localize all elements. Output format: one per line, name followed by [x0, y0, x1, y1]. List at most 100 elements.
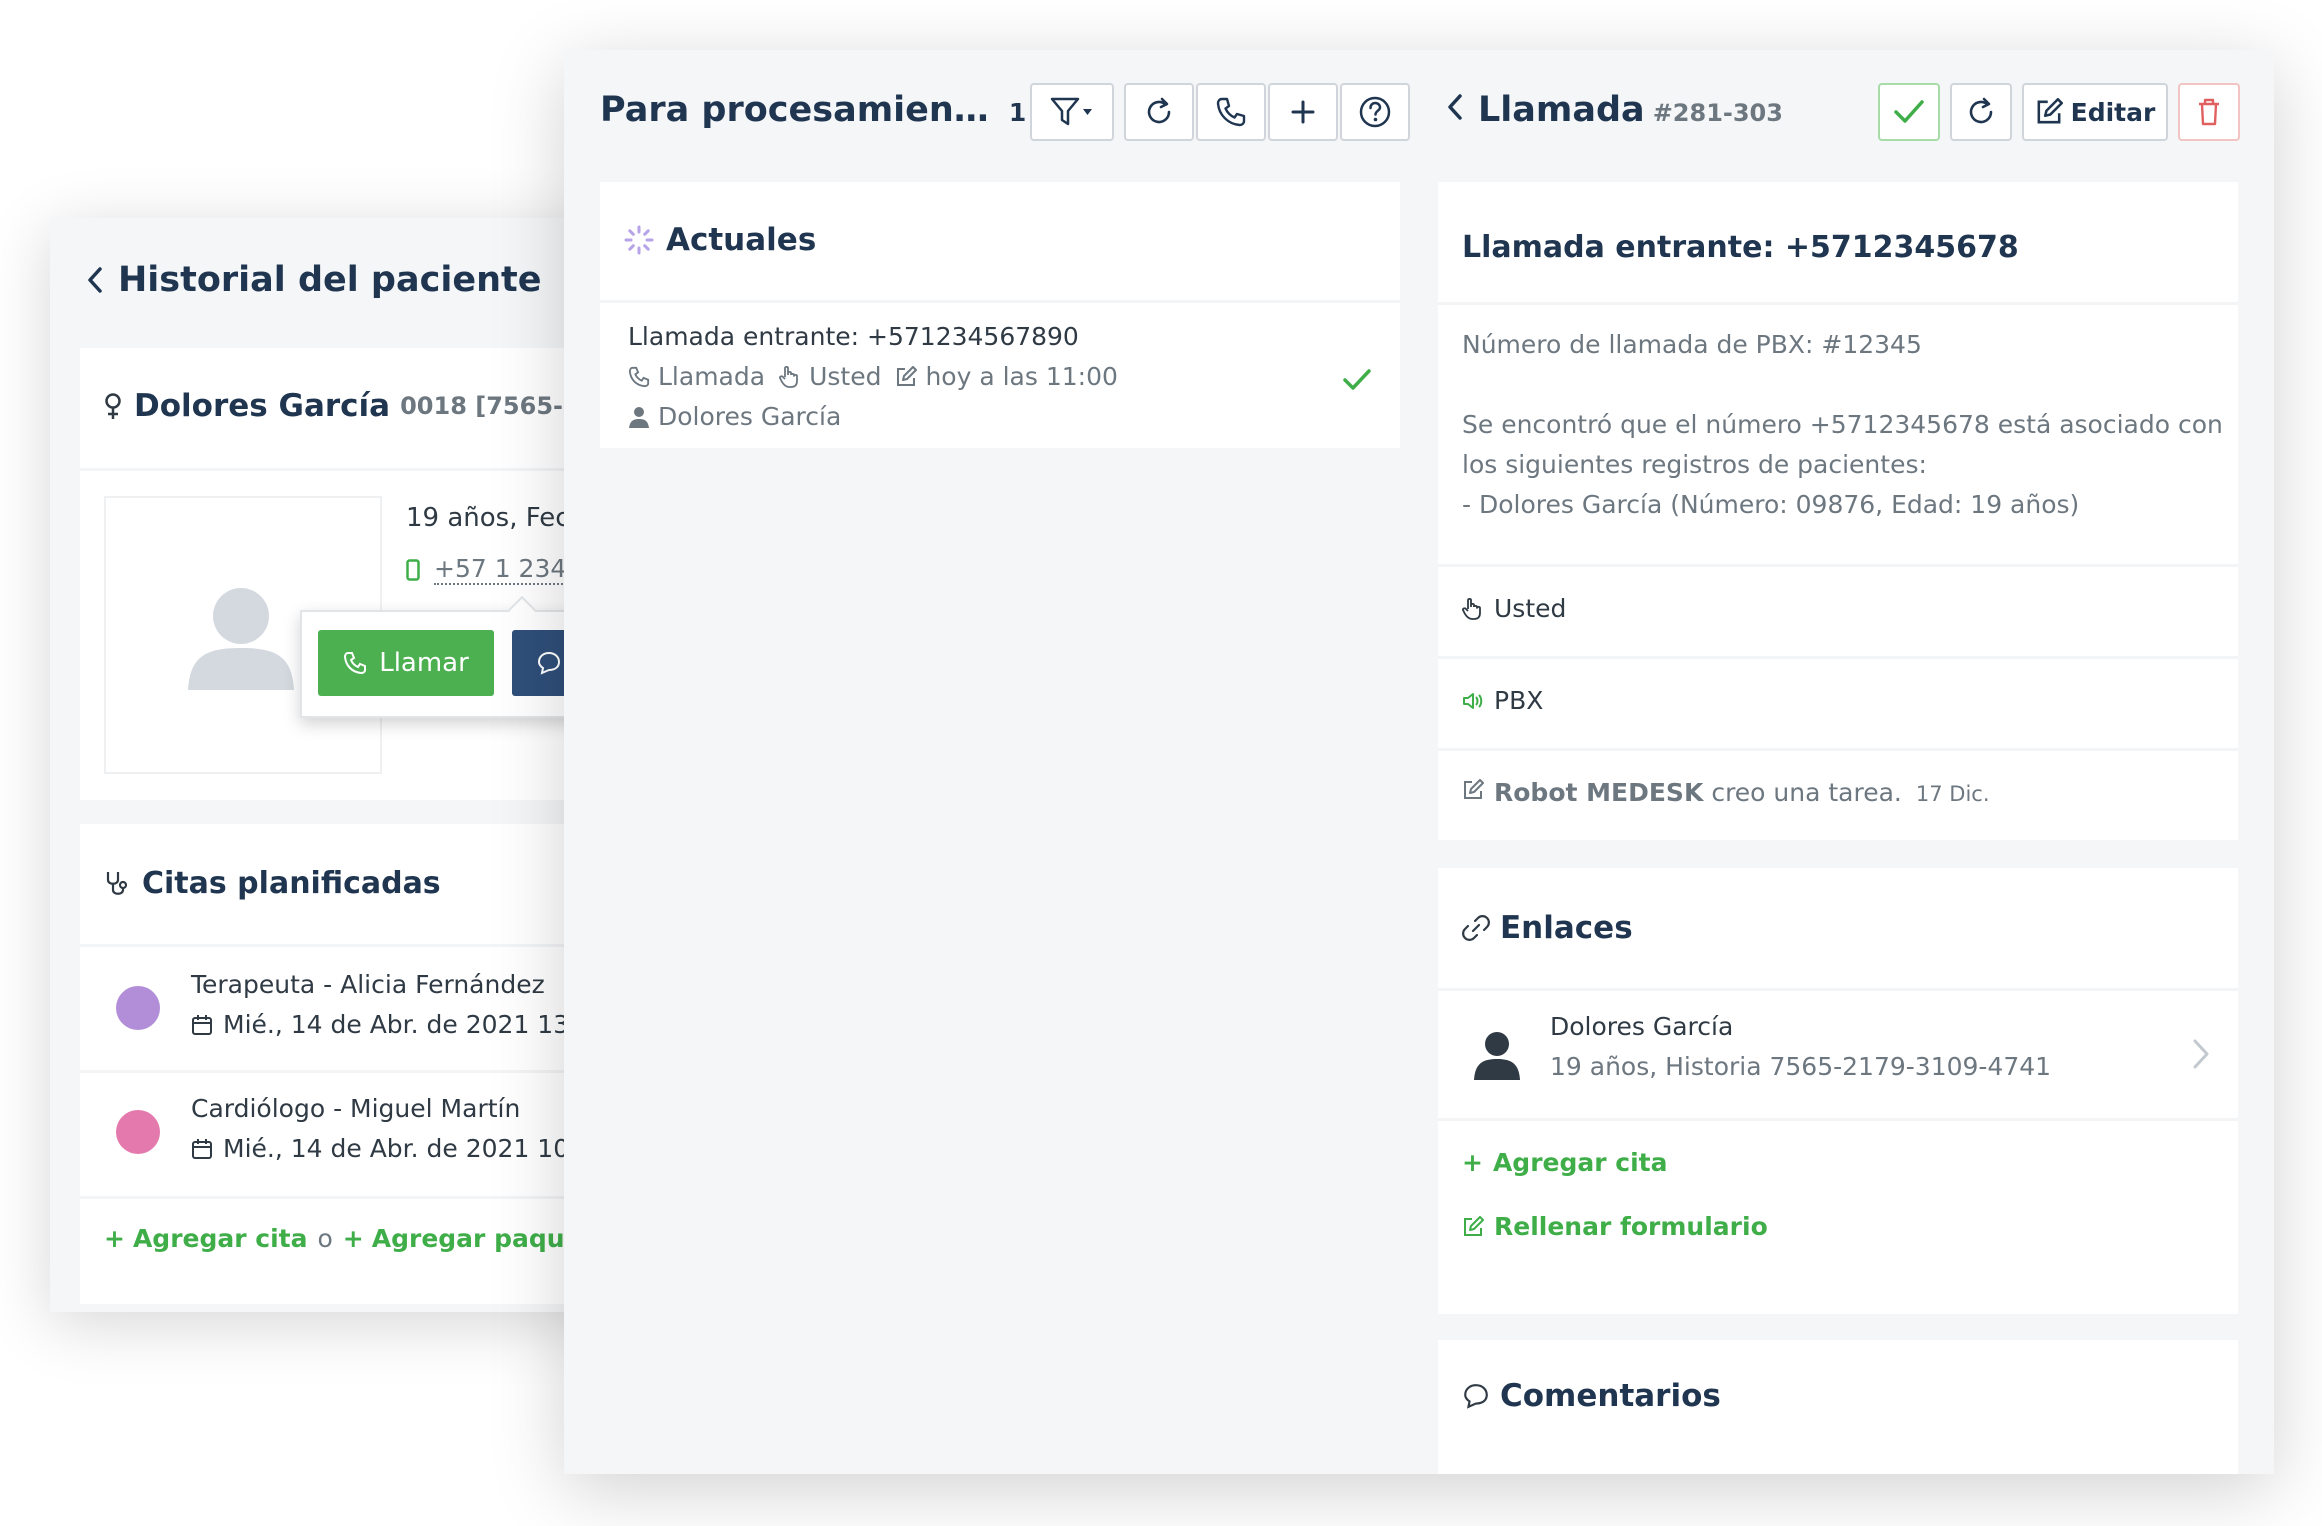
back-chevron-icon[interactable]: [1446, 93, 1464, 121]
activity-author: Robot MEDESK: [1494, 778, 1704, 807]
comments-title: Comentarios: [1500, 1378, 1721, 1414]
calendar-icon: [191, 1138, 213, 1160]
plus-icon: [1291, 100, 1315, 124]
tasks-window: Para procesamien… 1 u… Actuales: [564, 50, 2274, 1474]
calendar-icon: [191, 1014, 213, 1036]
add-appointment-link[interactable]: + Agregar cita: [104, 1224, 308, 1253]
specialty-color-dot: [116, 1110, 160, 1154]
person-icon: [628, 406, 650, 428]
patient-phone[interactable]: +57 1 2345: [434, 554, 583, 585]
phone-icon: [343, 651, 367, 675]
edit-icon: [2035, 98, 2063, 126]
hand-pointer-icon: [1462, 597, 1484, 621]
call-header: Llamada #281-303: [1446, 90, 1783, 130]
call-description-line2: los siguientes registros de pacientes:: [1462, 450, 1927, 479]
task-meta: Llamada Usted hoy a las 11:00: [628, 362, 1118, 391]
links-card: Enlaces Dolores García 19 años, Historia…: [1438, 868, 2238, 1314]
avatar-placeholder-icon: [188, 588, 294, 690]
task-title: Llamada entrante: +571234567890: [628, 322, 1079, 351]
fill-form-link[interactable]: Rellenar formulario: [1462, 1212, 1768, 1241]
edit-icon: [1462, 1215, 1484, 1238]
filter-button[interactable]: [1030, 83, 1114, 141]
plus-icon: +: [342, 1224, 364, 1253]
hand-pointer-icon: [779, 365, 801, 389]
add-appointment-link[interactable]: + Agregar cita: [1462, 1148, 1668, 1177]
appointment-item[interactable]: Terapeuta - Alicia Fernández Mié., 14 de…: [80, 948, 610, 1068]
phone-icon: [1216, 97, 1246, 127]
comments-card: Comentarios: [1438, 1340, 2238, 1474]
call-detail-card: Llamada entrante: +5712345678 Número de …: [1438, 182, 2238, 840]
links-header: Enlaces: [1462, 910, 1633, 946]
back-chevron-icon[interactable]: [86, 266, 104, 294]
patient-history-window: Historial del paciente Dolores García 00…: [50, 218, 610, 1312]
delete-button[interactable]: [2178, 83, 2240, 141]
source-row: PBX: [1462, 686, 1543, 715]
appointments-card: Citas planificadas Terapeuta - Alicia Fe…: [80, 824, 610, 1304]
complete-button[interactable]: [1878, 83, 1940, 141]
new-call-button[interactable]: [1196, 83, 1266, 141]
appointment-item[interactable]: Cardiólogo - Miguel Martín Mié., 14 de A…: [80, 1074, 610, 1194]
appointment-date-row: Mié., 14 de Abr. de 2021 10:0: [191, 1134, 593, 1163]
refresh-call-button[interactable]: [1950, 83, 2012, 141]
task-patient: Dolores García: [658, 402, 842, 431]
links-title: Enlaces: [1500, 910, 1633, 946]
fill-form-label: Rellenar formulario: [1494, 1212, 1768, 1241]
edit-button-label: Editar: [2070, 97, 2156, 127]
add-task-button[interactable]: [1268, 83, 1338, 141]
female-icon: [104, 392, 122, 420]
link-icon: [1462, 914, 1490, 942]
plus-icon: +: [104, 1224, 125, 1253]
activity-text: creo una tarea.: [1711, 778, 1902, 807]
history-title: Historial del paciente: [118, 260, 542, 300]
filter-icon: [1050, 97, 1092, 126]
add-package-link[interactable]: + Agregar paquet: [343, 1224, 594, 1253]
comments-header: Comentarios: [1462, 1378, 1721, 1414]
history-header: Historial del paciente: [86, 260, 541, 300]
add-appointment-label: Agregar cita: [1492, 1148, 1668, 1177]
mobile-phone-icon: [406, 558, 420, 581]
assignee-name: Usted: [1494, 594, 1567, 623]
call-description-line1: Se encontró que el número +5712345678 es…: [1462, 410, 2223, 439]
stethoscope-icon: [104, 870, 130, 898]
linked-patient-name: Dolores García: [1550, 1012, 1734, 1041]
appointment-date: Mié., 14 de Abr. de 2021 13:0: [223, 1010, 594, 1039]
plus-icon: +: [1462, 1148, 1483, 1177]
assignee-row: Usted: [1462, 594, 1566, 623]
patient-details: 19 años, Fech: [406, 503, 587, 533]
chat-icon: [1462, 1382, 1490, 1410]
speaker-icon: [1462, 690, 1484, 712]
call-button[interactable]: Llamar: [318, 630, 494, 696]
call-id: #281-303: [1652, 99, 1783, 127]
edit-button[interactable]: Editar: [2022, 83, 2168, 141]
person-icon: [1474, 1032, 1520, 1080]
chevron-right-icon: [2193, 1039, 2209, 1069]
source-name: PBX: [1494, 686, 1544, 715]
appointment-actions: + Agregar cita o + Agregar paquet: [104, 1224, 593, 1253]
appointment-title: Terapeuta - Alicia Fernández: [191, 970, 545, 999]
task-assignee: Usted: [809, 362, 882, 391]
checkmark-icon: [1894, 100, 1924, 123]
activity-row: Robot MEDESK creo una tarea. 17 Dic.: [1462, 778, 1990, 807]
linked-patient-details: 19 años, Historia 7565-2179-3109-4741: [1550, 1052, 2052, 1081]
queue-card: Actuales Llamada entrante: +571234567890…: [600, 182, 1400, 448]
linked-patient-item[interactable]: Dolores García 19 años, Historia 7565-21…: [1438, 992, 2238, 1116]
help-icon: [1359, 96, 1391, 128]
queue-title: Para procesamien…: [600, 90, 989, 130]
current-section-header: Actuales: [624, 222, 816, 258]
patient-name-row: Dolores García 0018 [7565-2179: [104, 388, 610, 424]
or-text: o: [317, 1224, 333, 1253]
edit-icon: [1462, 779, 1484, 801]
patient-phone-row[interactable]: +57 1 2345: [406, 554, 583, 585]
call-description-line3: - Dolores García (Número: 09876, Edad: 1…: [1462, 490, 2080, 519]
current-section-title: Actuales: [666, 222, 817, 258]
help-button[interactable]: [1340, 83, 1410, 141]
refresh-button[interactable]: [1124, 83, 1194, 141]
activity-date: 17 Dic.: [1915, 782, 1990, 806]
task-type: Llamada: [658, 362, 766, 391]
specialty-color-dot: [116, 986, 160, 1030]
task-item[interactable]: Llamada entrante: +571234567890 Llamada …: [600, 304, 1400, 448]
queue-header: Para procesamien… 1 u…: [600, 90, 1078, 130]
task-patient-row: Dolores García: [628, 402, 841, 431]
appointments-title: Citas planificadas: [142, 866, 441, 901]
refresh-icon: [1147, 97, 1171, 124]
